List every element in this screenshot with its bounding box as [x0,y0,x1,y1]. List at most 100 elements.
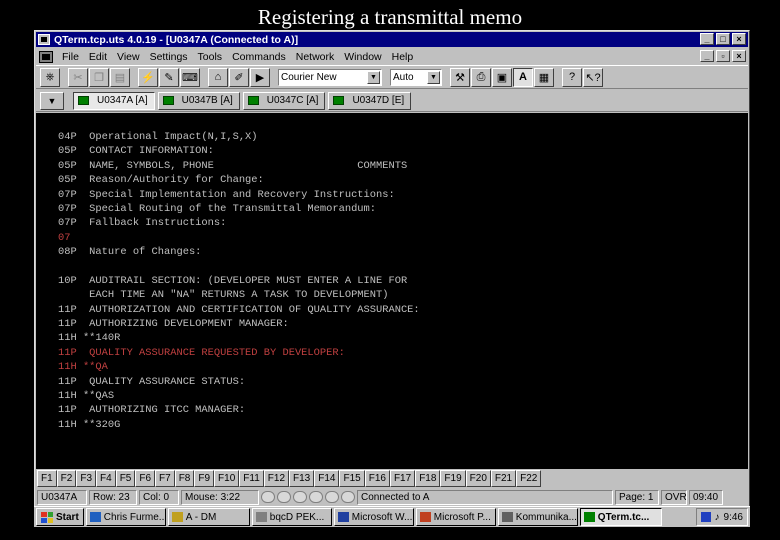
session-toolbar: ▼ U0347A [A] U0347B [A] U0347C [A] U0347… [36,90,748,112]
terminal-line: 10P AUDITRAIL SECTION: (DEVELOPER MUST E… [58,274,408,287]
fkey-f22[interactable]: F22 [516,469,542,487]
font-select[interactable]: Courier New ▼ [278,68,382,86]
doc-minimize-button[interactable]: _ [700,50,714,62]
minimize-button[interactable]: _ [700,33,714,45]
doc-restore-button[interactable]: ▫ [716,50,730,62]
task-button-word[interactable]: Microsoft W... [333,508,414,526]
edit-pen-icon[interactable]: ✐ [229,67,249,87]
fkey-f4[interactable]: F4 [96,469,116,487]
fkey-f21[interactable]: F21 [490,469,517,487]
title-bar[interactable]: QTerm.tcp.uts 4.0.19 - [U0347A (Connecte… [36,32,748,47]
fkey-f2[interactable]: F2 [56,469,77,487]
keyboard-icon[interactable]: ⌨ [180,67,200,87]
session-tab-u0347d[interactable]: U0347D [E] [328,91,412,110]
status-session: U0347A [37,489,87,505]
task-label: bqcD PEK... [269,511,325,523]
task-label: Microsoft P... [433,511,491,523]
fkey-f14[interactable]: F14 [314,469,340,487]
cut-icon[interactable]: ✂ [68,67,88,87]
home-icon[interactable]: ⌂ [208,67,228,87]
size-select[interactable]: Auto ▼ [390,68,442,86]
task-label: Microsoft W... [351,511,413,523]
fkey-f19[interactable]: F19 [440,469,466,487]
chevron-down-icon[interactable]: ▼ [427,70,440,84]
outlook-icon [89,512,101,522]
close-button[interactable]: × [732,33,746,45]
terminal-line: 11P QUALITY ASSURANCE STATUS: [58,375,246,388]
menu-bar: File Edit View Settings Tools Commands N… [36,48,748,65]
volume-icon[interactable]: ♪ [715,512,720,523]
tray-app-icon[interactable] [700,512,711,522]
fkey-f13[interactable]: F13 [289,469,315,487]
font-icon[interactable]: A [513,67,533,87]
menu-file[interactable]: File [57,51,84,63]
fkey-f16[interactable]: F16 [364,469,390,487]
chevron-down-icon[interactable]: ▼ [40,91,64,110]
terminal-line: 05P Reason/Authority for Change: [58,174,264,187]
menu-edit[interactable]: Edit [84,51,112,63]
fkey-f7[interactable]: F7 [155,469,175,487]
fkey-f8[interactable]: F8 [174,469,195,487]
session-tab-label: U0347B [A] [181,95,233,106]
task-button-powerpoint[interactable]: Microsoft P... [415,508,496,526]
terminal-line: 07 [58,231,71,244]
status-bar: U0347A Row: 23 Col: 0 Mouse: 3:22 Connec… [36,488,748,506]
document-icon[interactable] [39,50,53,63]
app-icon[interactable] [38,34,50,45]
menu-commands[interactable]: Commands [227,51,291,63]
fkey-f17[interactable]: F17 [389,469,416,487]
capture-icon[interactable]: ✎ [159,67,179,87]
task-button-dm[interactable]: A - DM [167,508,250,526]
fkey-f6[interactable]: F6 [135,469,156,487]
start-button[interactable]: Start [36,508,84,526]
session-tab-u0347b[interactable]: U0347B [A] [157,91,240,110]
fkey-f15[interactable]: F15 [339,469,365,487]
status-row: Row: 23 [89,489,137,505]
fkey-f5[interactable]: F5 [115,469,136,487]
task-button-kommunika[interactable]: Kommunika... [497,508,578,526]
paste-icon[interactable]: ▤ [110,67,130,87]
screen-icon [247,96,259,105]
connect-icon[interactable]: ⎈ [40,67,60,87]
terminal-screen[interactable]: 04P Operational Impact(N,I,S,X) 05P CONTA… [36,113,748,469]
fkey-f11[interactable]: F11 [239,469,264,487]
indicator-led-icon [277,491,291,503]
menu-window[interactable]: Window [339,51,386,63]
word-icon [337,512,349,522]
context-help-icon[interactable]: ↖? [583,67,603,87]
play-icon[interactable]: ▶ [250,67,270,87]
task-label: Chris Furme... [103,511,166,523]
fkey-f20[interactable]: F20 [465,469,491,487]
fkey-f10[interactable]: F10 [214,469,240,487]
session-tab-u0347c[interactable]: U0347C [A] [242,91,326,110]
chevron-down-icon[interactable]: ▼ [367,70,380,84]
terminal-line: 08P Nature of Changes: [58,246,202,259]
menu-view[interactable]: View [112,51,145,63]
fkey-f1[interactable]: F1 [37,469,57,487]
copy-icon[interactable]: ❐ [89,67,109,87]
maximize-button[interactable]: □ [716,33,730,45]
doc-close-button[interactable]: × [732,50,746,62]
fkey-f3[interactable]: F3 [76,469,97,487]
transmit-icon[interactable]: ⚡ [138,67,158,87]
menu-settings[interactable]: Settings [145,51,193,63]
fkey-f9[interactable]: F9 [194,469,215,487]
menu-network[interactable]: Network [291,51,340,63]
settings-icon[interactable]: ⚒ [450,67,470,87]
menu-tools[interactable]: Tools [193,51,228,63]
fkey-f18[interactable]: F18 [415,469,441,487]
print-icon[interactable]: ⎙ [471,67,491,87]
tray-clock[interactable]: 9:46 [724,512,743,523]
qterm-window: QTerm.tcp.uts 4.0.19 - [U0347A (Connecte… [34,30,750,508]
color-icon[interactable]: ▦ [534,67,554,87]
task-button-qterm[interactable]: QTerm.tc... [579,508,662,526]
network-icon [501,512,513,522]
save-icon[interactable]: ▣ [492,67,512,87]
help-icon[interactable]: ? [562,67,582,87]
task-button-chris[interactable]: Chris Furme... [85,508,166,526]
fkey-f12[interactable]: F12 [263,469,290,487]
menu-help[interactable]: Help [387,51,419,63]
task-button-bqcd[interactable]: bqcD PEK... [251,508,332,526]
session-tab-u0347a[interactable]: U0347A [A] [73,91,155,110]
